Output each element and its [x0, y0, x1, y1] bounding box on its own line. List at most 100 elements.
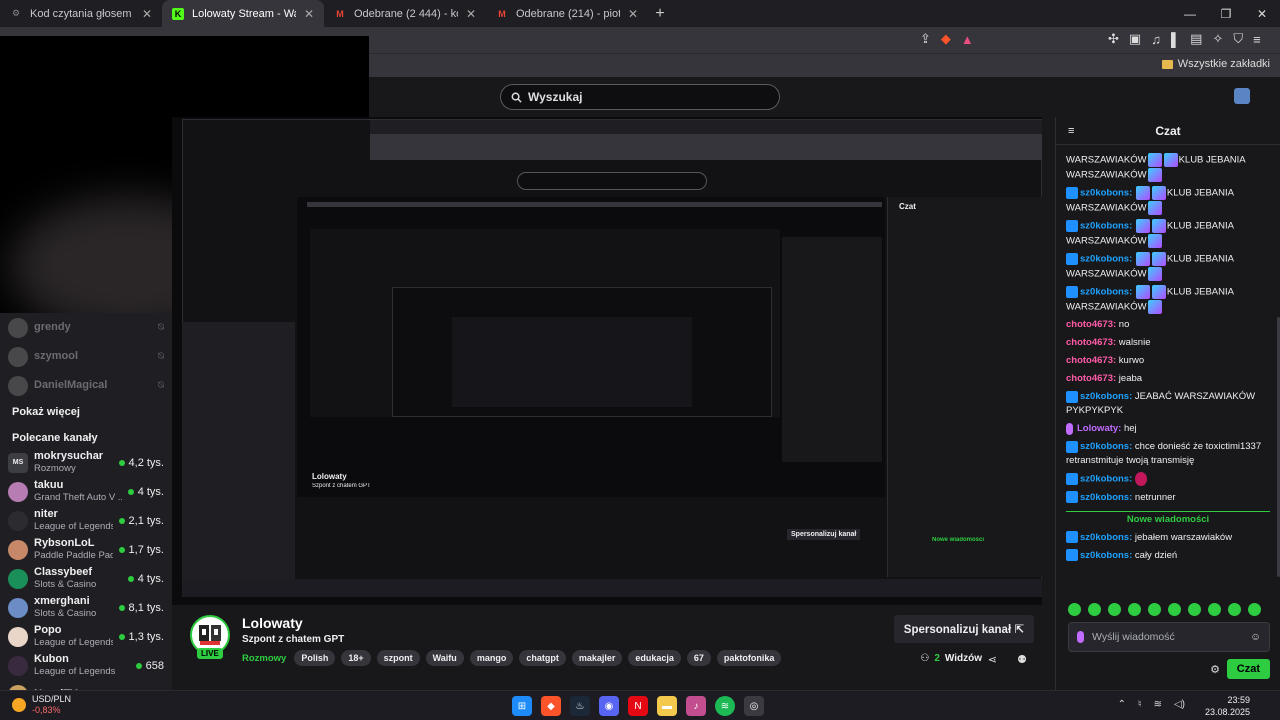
tab-1[interactable]: KLolowaty Stream - Watch Live on✕ — [162, 0, 324, 27]
channel-name[interactable]: Lolowaty — [242, 615, 303, 631]
sidebar-channel[interactable]: takuu Grand Theft Auto V ... 4 tys. — [0, 477, 172, 506]
external-link-icon: ⇱ — [1014, 624, 1024, 636]
tab-close-icon[interactable]: ✕ — [142, 7, 152, 21]
tab-2[interactable]: MOdebrane (2 444) - konradrozanski2✕ — [324, 0, 486, 27]
clock[interactable]: 23:59 23.08.2025 — [1205, 694, 1250, 718]
sidebar-icon[interactable]: ▌ — [1171, 32, 1180, 47]
live-dot-icon — [118, 459, 125, 466]
quick-emote-icon[interactable] — [1088, 603, 1101, 616]
wallet-icon[interactable]: ▤ — [1190, 31, 1202, 47]
category-link[interactable]: Rozmowy — [242, 653, 286, 664]
send-chat-button[interactable]: Czat — [1226, 659, 1270, 679]
tag-chip[interactable]: edukacja — [628, 650, 681, 666]
tab-3[interactable]: MOdebrane (214) - piotrowomachalo✕ — [486, 0, 648, 27]
quick-emote-icon[interactable] — [1188, 603, 1201, 616]
show-more-link[interactable]: Pokaż więcej — [0, 400, 172, 424]
all-bookmarks[interactable]: Wszystkie zakładki — [1161, 58, 1270, 70]
obs-icon[interactable]: ◎ — [744, 696, 764, 716]
chat-badge-icon — [1066, 531, 1078, 544]
sidebar-channel[interactable]: xmerghani Slots & Casino 8,1 tys. — [0, 593, 172, 622]
sidebar-channel[interactable]: Popo League of Legends 1,3 tys. — [0, 622, 172, 651]
chat-badge-icon — [1066, 491, 1078, 504]
ticker-widget[interactable]: USD/PLN -0,83% — [12, 694, 71, 716]
tab-favicon-icon: K — [172, 7, 184, 20]
ticker-icon — [12, 698, 26, 712]
quick-emote-icon[interactable] — [1148, 603, 1161, 616]
search-input[interactable]: Wyszukaj — [500, 84, 780, 110]
volume-icon[interactable]: ◁) — [1174, 699, 1185, 710]
user-avatar[interactable] — [1234, 88, 1250, 104]
tab-close-icon[interactable]: ✕ — [628, 7, 638, 21]
avatar — [8, 346, 28, 367]
tag-chip[interactable]: Polish — [294, 650, 336, 666]
personalize-channel-button[interactable]: Spersonalizuj kanał ⇱ — [893, 615, 1034, 643]
quick-emote-icon[interactable] — [1108, 603, 1121, 616]
tab-close-icon[interactable]: ✕ — [466, 7, 476, 21]
nested-addrbar — [370, 134, 1042, 148]
tab-0[interactable]: ⚙Kod czytania głosem Python✕ — [0, 0, 162, 27]
sidebar-channel[interactable]: Classybeef Slots & Casino 4 tys. — [0, 564, 172, 593]
sidebar-offline-channel[interactable]: DanielMagical ⍉ — [0, 371, 172, 400]
video-player[interactable]: Czat Lolowaty Szpont z chatem GPT Nowe w… — [172, 117, 1042, 605]
netflix-icon[interactable]: N — [628, 696, 648, 716]
tag-chip[interactable]: mango — [469, 650, 514, 666]
tag-chip[interactable]: paktofonika — [716, 650, 782, 666]
nested-chat-title: Czat — [899, 202, 916, 211]
sidebar-channel[interactable]: MS mokrysuchar Rozmowy 4,2 tys. — [0, 448, 172, 477]
mic-tray-icon[interactable]: ♮ — [1138, 699, 1142, 710]
sidebar-channel[interactable]: Kubon League of Legends 658 — [0, 651, 172, 680]
emoji-icon[interactable]: ☺ — [1250, 631, 1261, 643]
quick-emote-icon[interactable] — [1168, 603, 1181, 616]
start-icon[interactable]: ⊞ — [512, 696, 532, 716]
steam-icon[interactable]: ♨ — [570, 696, 590, 716]
emote-icon — [1151, 219, 1166, 234]
file-explorer-icon[interactable]: ▬ — [657, 696, 677, 716]
stream-info: LIVE Lolowaty Szpont z chatem GPT Rozmow… — [172, 605, 1042, 690]
new-tab-button[interactable]: + — [648, 0, 672, 27]
follow-icon[interactable]: ⚉ — [1017, 653, 1027, 666]
vpn-icon[interactable]: ⛉ — [1233, 31, 1243, 47]
chat-input[interactable]: Wyślij wiadomość ☺ — [1068, 622, 1270, 652]
tag-chip[interactable]: szpont — [376, 650, 420, 666]
screenshot-icon[interactable]: ▣ — [1129, 31, 1141, 47]
share-icon[interactable]: ⇪ — [920, 31, 931, 47]
emote-icon — [1163, 153, 1178, 167]
media-icon[interactable]: ♫ — [1151, 32, 1161, 47]
wifi-icon[interactable]: ≋ — [1154, 699, 1162, 710]
quick-emote-icon[interactable] — [1228, 603, 1241, 616]
nested-bookmarks — [370, 148, 1042, 160]
discord-icon[interactable]: ◉ — [599, 696, 619, 716]
tab-close-icon[interactable]: ✕ — [304, 7, 314, 21]
new-messages-divider[interactable]: Nowe wiadomości — [1066, 510, 1270, 525]
window-close-icon[interactable]: ✕ — [1244, 0, 1280, 27]
menu-icon[interactable]: ≡ — [1253, 32, 1261, 47]
brave-rewards-icon[interactable]: ▲ — [961, 32, 974, 47]
tag-chip[interactable]: Waifu — [425, 650, 464, 666]
quick-emote-icon[interactable] — [1128, 603, 1141, 616]
sidebar-channel[interactable]: RybsonLoLPaddle Paddle Pad...1,7 tys. — [0, 535, 172, 564]
tag-chip[interactable]: makajler — [571, 650, 623, 666]
maximize-icon[interactable]: ❐ — [1208, 0, 1244, 27]
tag-chip[interactable]: chatgpt — [519, 650, 566, 666]
sidebar-channel[interactable]: niter League of Legends 2,1 tys. — [0, 506, 172, 535]
spotify-icon[interactable]: ≋ — [715, 696, 735, 716]
tray-chevron-icon[interactable]: ⌃ — [1118, 699, 1126, 710]
brave-shield-icon[interactable]: ◆ — [941, 31, 951, 47]
sidebar-channel[interactable]: NassiTV32 — [0, 680, 172, 690]
sidebar-offline-channel[interactable]: szymool ⍉ — [0, 342, 172, 371]
extensions-icon[interactable]: ✣ — [1108, 31, 1119, 47]
quick-emote-icon[interactable] — [1248, 603, 1261, 616]
quick-emote-icon[interactable] — [1208, 603, 1221, 616]
minimize-icon[interactable]: — — [1172, 0, 1208, 27]
quick-emote-icon[interactable] — [1068, 603, 1081, 616]
emote-icon — [1147, 266, 1162, 281]
sidebar-offline-channel[interactable]: grendy ⍉ — [0, 313, 172, 342]
share-icon[interactable]: ⋖ — [988, 653, 997, 666]
tag-chip[interactable]: 18+ — [341, 650, 371, 666]
brave-icon[interactable]: ◆ — [541, 696, 561, 716]
collapse-chat-icon[interactable]: ≡ — [1068, 125, 1074, 137]
leo-icon[interactable]: ✧ — [1212, 31, 1223, 47]
chat-settings-icon[interactable]: ⚙ — [1210, 663, 1220, 676]
music-icon[interactable]: ♪ — [686, 696, 706, 716]
tag-chip[interactable]: 67 — [686, 650, 711, 666]
